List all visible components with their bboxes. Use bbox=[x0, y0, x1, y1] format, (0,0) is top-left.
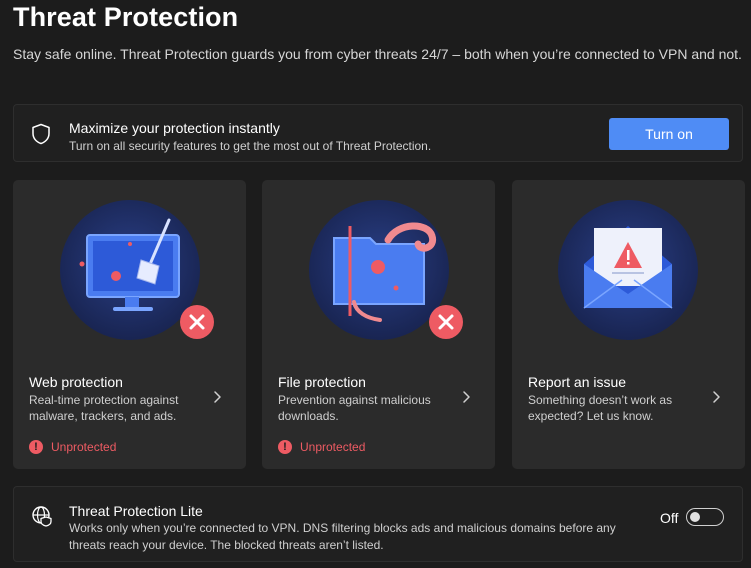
chevron-right-icon bbox=[463, 391, 470, 403]
card-description: Prevention against malicious downloads. bbox=[278, 393, 431, 423]
card-description: Something doesn’t work as expected? Let … bbox=[528, 393, 673, 423]
status-text: Unprotected bbox=[300, 440, 366, 454]
threat-protection-lite-panel: Threat Protection Lite Works only when y… bbox=[13, 486, 743, 562]
toggle-state-label: Off bbox=[660, 510, 679, 526]
folder-tentacle-icon bbox=[309, 200, 463, 340]
alert-icon: ! bbox=[278, 440, 292, 454]
card-title: File protection bbox=[278, 374, 366, 390]
globe-shield-icon bbox=[32, 506, 52, 527]
lite-description: Works only when you’re connected to VPN.… bbox=[69, 521, 616, 552]
monitor-broom-icon bbox=[60, 200, 214, 340]
page-subtitle: Stay safe online. Threat Protection guar… bbox=[13, 46, 742, 62]
chevron-right-icon bbox=[214, 391, 221, 403]
card-title: Report an issue bbox=[528, 374, 627, 390]
lite-title: Threat Protection Lite bbox=[69, 503, 203, 519]
status-text: Unprotected bbox=[51, 440, 117, 454]
file-protection-card[interactable]: File protection Prevention against malic… bbox=[262, 180, 495, 469]
web-protection-card[interactable]: Web protection Real-time protection agai… bbox=[13, 180, 246, 469]
maximize-protection-banner: Maximize your protection instantly Turn … bbox=[13, 104, 743, 162]
alert-icon: ! bbox=[29, 440, 43, 454]
card-title: Web protection bbox=[29, 374, 123, 390]
turn-on-button[interactable]: Turn on bbox=[609, 118, 729, 150]
toggle-knob bbox=[690, 511, 700, 522]
envelope-warning-icon bbox=[558, 200, 698, 340]
report-issue-card[interactable]: Report an issue Something doesn’t work a… bbox=[512, 180, 745, 469]
threat-protection-lite-toggle[interactable] bbox=[686, 508, 724, 526]
chevron-right-icon bbox=[713, 391, 720, 403]
status-badge: ! Unprotected bbox=[278, 438, 365, 456]
status-badge: ! Unprotected bbox=[29, 438, 116, 456]
banner-title: Maximize your protection instantly bbox=[69, 120, 280, 136]
card-description: Real-time protection against malware, tr… bbox=[29, 393, 179, 423]
page-title: Threat Protection bbox=[13, 2, 239, 32]
shield-icon bbox=[32, 123, 50, 145]
banner-description: Turn on all security features to get the… bbox=[69, 139, 432, 153]
